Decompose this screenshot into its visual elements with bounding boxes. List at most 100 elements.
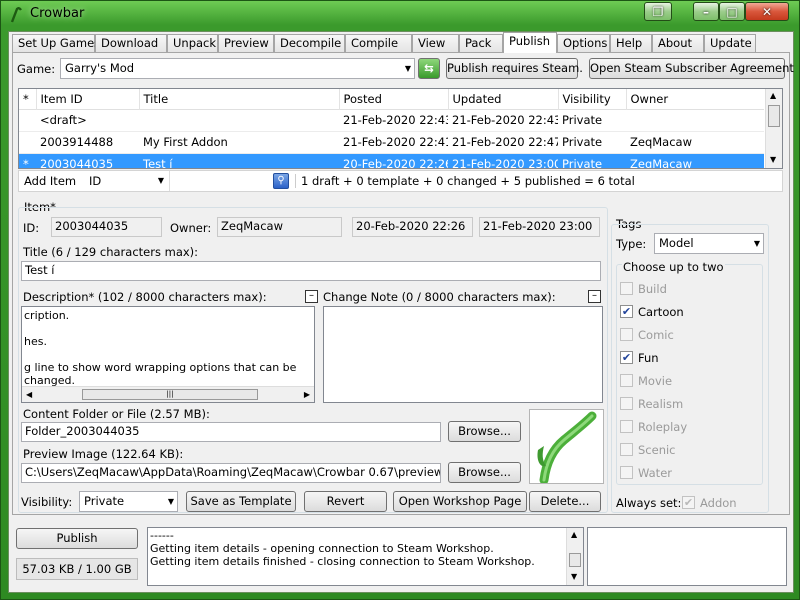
list-scrollbar[interactable]: ▲ ▼ — [765, 89, 782, 168]
always-set-label: Always set: — [616, 496, 682, 510]
item-list: * Item ID Title Posted Updated Visibilit… — [18, 88, 783, 169]
posted-field[interactable]: 20-Feb-2020 22:26 — [352, 217, 473, 237]
owner-field[interactable]: ZeqMacaw — [217, 217, 342, 237]
restore-icon-button[interactable]: ❐ — [644, 2, 672, 21]
tab-options[interactable]: Options — [557, 34, 610, 52]
refresh-game-button[interactable]: ⇆ — [418, 58, 440, 79]
description-line: g line to show word wrapping options tha… — [24, 361, 297, 387]
row-title — [139, 109, 339, 131]
scroll-thumb[interactable]: ||| — [82, 389, 258, 400]
add-item-button[interactable]: Add Item — [24, 174, 76, 188]
browse-content-button[interactable]: Browse... — [448, 421, 521, 442]
tag-checkbox-movie[interactable] — [620, 374, 633, 387]
check-icon: ✔ — [683, 496, 694, 509]
search-input[interactable] — [169, 171, 289, 191]
game-select-value: Garry's Mod — [65, 61, 135, 75]
preview-input[interactable]: C:\Users\ZeqMacaw\AppData\Roaming\ZeqMac… — [21, 463, 441, 483]
publish-button[interactable]: Publish — [16, 528, 138, 549]
row-updated: 21-Feb-2020 23:00 — [452, 157, 558, 169]
minimize-button[interactable]: – — [693, 2, 719, 21]
log-line: Getting item details finished - closing … — [150, 555, 535, 568]
content-label: Content Folder or File (2.57 MB): — [23, 407, 210, 421]
description-hscrollbar[interactable]: ◀ ||| ▶ — [22, 386, 314, 402]
visibility-select[interactable]: Private ▼ — [79, 491, 178, 512]
log-textbox[interactable]: ------ Getting item details - opening co… — [147, 527, 584, 586]
open-agreement-button[interactable]: Open Steam Subscriber Agreement — [589, 58, 794, 79]
title-bar: Crowbar ❐ – □ ✕ — [1, 1, 799, 29]
column-header[interactable]: Title — [139, 89, 340, 109]
save-as-template-button[interactable]: Save as Template — [186, 491, 296, 512]
row-id: 2003914488 — [40, 135, 114, 149]
publish-panel: Game: Garry's Mod ▼ ⇆ Publish requires St… — [12, 52, 794, 515]
close-button[interactable]: ✕ — [745, 2, 789, 21]
search-field-value: ID — [89, 174, 102, 188]
content-input[interactable]: Folder_2003044035 — [21, 422, 441, 442]
row-id: <draft> — [40, 113, 87, 127]
column-header[interactable]: Posted — [339, 89, 449, 109]
delete-button[interactable]: Delete... — [529, 491, 601, 512]
quota-text: 57.03 KB / 1.00 GB — [22, 562, 132, 576]
app-window: Crowbar ❐ – □ ✕ Set Up Games Download Un… — [0, 0, 800, 600]
tag-checkbox-build[interactable] — [620, 282, 633, 295]
browse-preview-button[interactable]: Browse... — [448, 462, 521, 483]
tab-help[interactable]: Help — [610, 34, 652, 52]
table-row[interactable]: <draft> 21-Feb-2020 22:43 21-Feb-2020 22… — [19, 109, 764, 131]
type-select[interactable]: Model ▼ — [654, 233, 764, 254]
row-updated: 21-Feb-2020 22:47 — [452, 135, 558, 149]
description-line — [24, 322, 314, 335]
tag-checkbox-water[interactable] — [620, 466, 633, 479]
quota-progress: 57.03 KB / 1.00 GB — [16, 558, 138, 580]
collapse-description-icon[interactable]: – — [305, 290, 318, 303]
collapse-change-note-icon[interactable]: – — [588, 290, 601, 303]
tab-compile[interactable]: Compile — [345, 34, 412, 52]
tab-about[interactable]: About — [652, 34, 704, 52]
search-field-select[interactable]: ID ▼ — [85, 172, 167, 190]
tab-download[interactable]: Download — [95, 34, 167, 52]
addon-label: Addon — [700, 496, 737, 510]
table-row[interactable]: 2003914488 My First Addon 21-Feb-2020 22… — [19, 131, 764, 153]
tab-set-up-games[interactable]: Set Up Games — [12, 34, 100, 52]
tag-checkbox-roleplay[interactable] — [620, 420, 633, 433]
tab-update[interactable]: Update — [704, 34, 756, 52]
change-note-textarea[interactable] — [323, 306, 603, 403]
table-row-selected[interactable]: * 2003044035 Test í 20-Feb-2020 22:26 21… — [19, 153, 764, 169]
scroll-up-icon: ▲ — [770, 91, 777, 100]
tab-unpack[interactable]: Unpack — [167, 34, 218, 52]
tab-publish[interactable]: Publish — [503, 32, 557, 53]
row-updated: 21-Feb-2020 22:43 — [452, 113, 558, 127]
maximize-button[interactable]: □ — [719, 2, 745, 21]
tag-checkbox-fun[interactable]: ✔ — [620, 351, 633, 364]
owner-label: Owner: — [170, 221, 212, 235]
updated-field[interactable]: 21-Feb-2020 23:00 — [479, 217, 600, 237]
id-field[interactable]: 2003044035 — [51, 217, 162, 237]
tag-checkbox-scenic[interactable] — [620, 443, 633, 456]
column-header[interactable]: Item ID — [36, 89, 140, 109]
tag-checkbox-cartoon[interactable]: ✔ — [620, 305, 633, 318]
game-select[interactable]: Garry's Mod ▼ — [60, 58, 415, 79]
column-header[interactable]: Visibility — [558, 89, 627, 109]
column-header[interactable]: Owner — [626, 89, 764, 109]
tag-checkbox-realism[interactable] — [620, 397, 633, 410]
log-line: Getting item details - opening connectio… — [150, 542, 494, 555]
description-textarea[interactable]: cription. hes. g line to show word wrapp… — [21, 306, 315, 403]
title-label: Title (6 / 129 characters max): — [23, 245, 199, 259]
tab-preview[interactable]: Preview — [218, 34, 274, 52]
column-header[interactable]: * — [19, 89, 37, 109]
scroll-thumb[interactable] — [569, 553, 581, 567]
revert-button[interactable]: Revert — [304, 491, 387, 512]
publish-requires-steam-button[interactable]: Publish requires Steam. — [446, 58, 583, 79]
column-header[interactable]: Updated — [448, 89, 559, 109]
tag-checkbox-comic[interactable] — [620, 328, 633, 341]
scroll-thumb[interactable] — [768, 105, 780, 127]
tab-view[interactable]: View — [412, 34, 459, 52]
log-scrollbar[interactable]: ▲ ▼ — [566, 528, 583, 585]
scroll-right-icon: ▶ — [303, 390, 310, 399]
open-workshop-page-button[interactable]: Open Workshop Page — [393, 491, 527, 512]
row-star — [19, 109, 36, 131]
status-textbox[interactable] — [587, 527, 787, 586]
tab-pack[interactable]: Pack — [459, 34, 503, 52]
tab-decompile[interactable]: Decompile — [274, 34, 345, 52]
search-icon[interactable]: ⚲ — [273, 173, 289, 189]
title-input[interactable]: Test í — [21, 261, 601, 281]
change-note-label: Change Note (0 / 8000 characters max): — [323, 290, 556, 304]
